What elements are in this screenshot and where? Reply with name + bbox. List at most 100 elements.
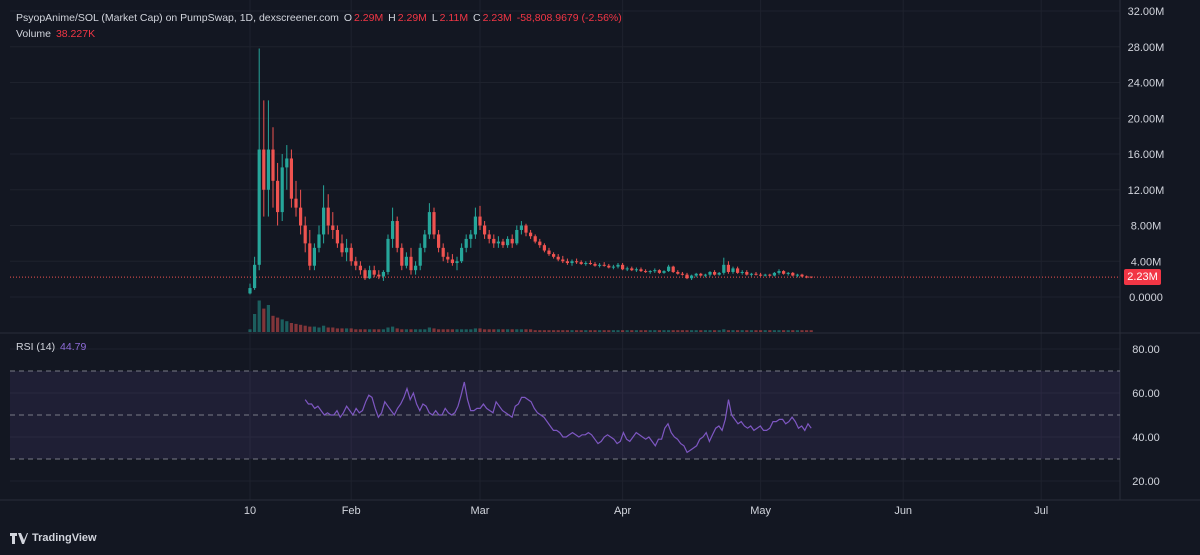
candle-body [294,198,298,208]
volume-bar [404,329,408,332]
candle-body [464,238,468,248]
candle-body [800,274,804,277]
volume-bar [395,328,399,332]
volume-bar [671,330,675,332]
candle-body [506,238,510,246]
volume-bar [726,330,730,332]
tradingview-icon [10,532,28,544]
volume-bar [427,327,431,332]
candle-body [749,273,753,275]
candle-body [763,274,767,276]
candle-body [423,234,427,248]
candle-body [699,273,703,276]
candle-body [271,149,275,181]
candle-body [496,241,500,244]
price-tick-label: 32.00M [1128,6,1165,18]
candle-body [745,271,749,275]
candle-body [639,269,643,272]
price-tick-label: 20.00M [1128,113,1165,125]
rsi-tick-label: 20.00 [1132,476,1160,488]
volume-bar [432,328,436,332]
chart-canvas[interactable]: 32.00M 28.00M 24.00M 20.00M 16.00M 12.00M 8.00… [0,0,1200,555]
volume-bar [510,329,514,332]
volume-bar [519,329,523,332]
volume-bar [736,330,740,332]
high-label: H [388,12,396,24]
volume-bar [772,330,776,332]
volume-bar [460,329,464,332]
volume-bar [602,330,606,332]
volume-bar [354,329,358,332]
volume-bar [372,329,376,332]
candle-body [772,272,776,276]
candle-body [657,270,661,273]
volume-bar [483,329,487,332]
volume-bar [777,330,781,332]
candle-body [795,274,799,276]
rsi-tick-label: 60.00 [1132,388,1160,400]
volume-bar [616,330,620,332]
volume-bar [703,330,707,332]
volume-bar [331,327,335,332]
volume-bar [455,329,459,332]
volume-bar [257,300,261,332]
volume-bar [680,330,684,332]
candle-body [248,288,252,294]
price-axis: 32.00M 28.00M 24.00M 20.00M 16.00M 12.00M 8.00… [1128,6,1165,304]
candle-body [381,271,385,277]
candle-body [593,263,597,266]
volume-bar [745,330,749,332]
candle-body [469,234,473,239]
volume-bar [731,330,735,332]
candle-body [345,247,349,253]
candle-body [754,273,758,275]
candle-body [611,266,615,268]
candle-body [450,259,454,264]
candle-body [455,261,459,264]
candle-body [377,274,381,277]
volume-bar [662,330,666,332]
volume-bar [248,329,252,332]
time-tick-label: May [750,505,771,517]
candle-body [782,271,786,274]
candle-body [289,158,293,199]
last-price-tag: 2.23M [1124,269,1161,285]
time-tick-label: Feb [342,505,361,517]
time-axis: 10 Feb Mar Apr May Jun Jul [244,505,1048,517]
candle-body [391,221,395,239]
volume-bar [478,328,482,332]
candle-body [262,149,266,190]
volume-bar [469,329,473,332]
rsi-axis: 80.00 60.00 40.00 20.00 [1132,344,1160,488]
candle-body [777,271,781,273]
candle-body [703,274,707,276]
candle-body [358,265,362,271]
volume-bars [248,300,813,332]
tradingview-logo[interactable]: TradingView [10,532,97,544]
volume-bar [271,315,275,332]
volume-bar [294,323,298,332]
candle-body [602,264,606,266]
legend-ohlc: PsyopAnime/SOL (Market Cap) on PumpSwap,… [16,12,624,25]
candle-body [538,241,542,246]
candle-body [427,212,431,235]
candle-body [317,234,321,248]
candle-body [473,216,477,235]
candle-body [280,167,284,213]
volume-bar [685,330,689,332]
volume-bar [340,328,344,332]
volume-bar [759,330,763,332]
candle-body [478,216,482,226]
volume-bar [418,329,422,332]
volume-bar [713,330,717,332]
high-value: 2.29M [397,12,427,24]
candle-body [607,265,611,268]
volume-bar [699,330,703,332]
volume-bar [565,330,569,332]
candle-body [395,221,399,248]
volume-bar [588,330,592,332]
volume-bar [625,330,629,332]
candle-body [524,225,528,233]
volume-bar [791,330,795,332]
time-tick-label: Mar [471,505,490,517]
